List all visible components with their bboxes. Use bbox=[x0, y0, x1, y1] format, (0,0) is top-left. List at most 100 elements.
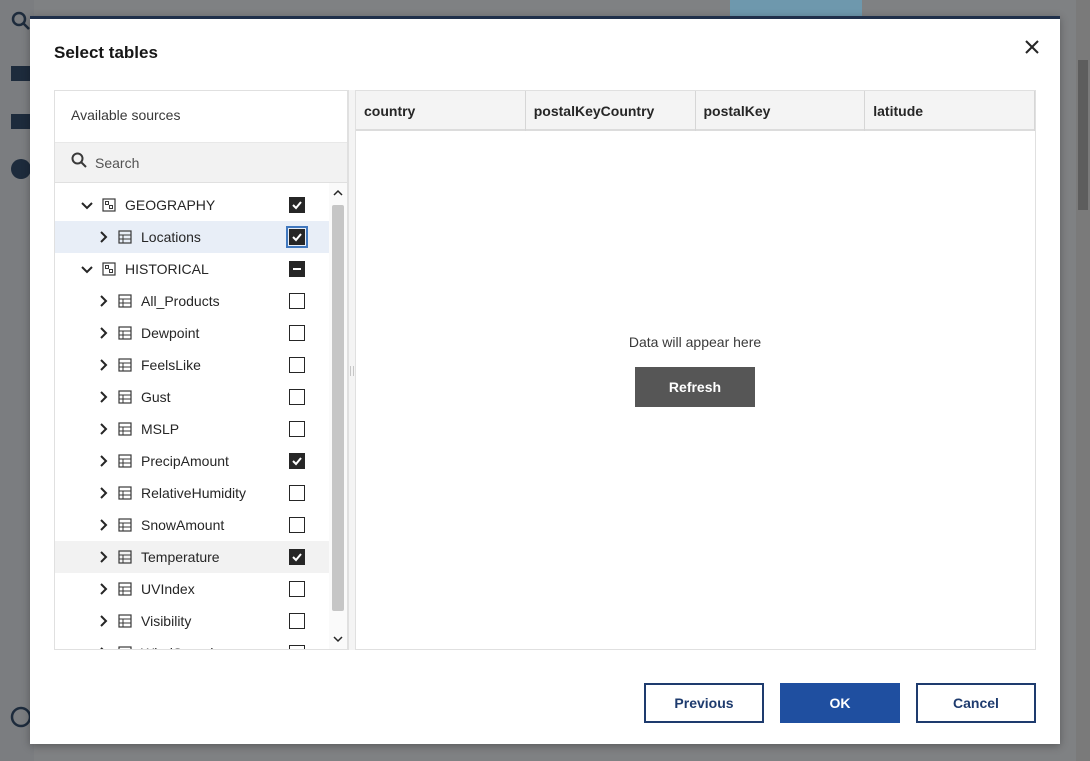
chevron-right-icon[interactable] bbox=[95, 421, 111, 437]
chevron-right-icon[interactable] bbox=[95, 453, 111, 469]
scroll-up-icon[interactable] bbox=[332, 187, 344, 199]
table-icon bbox=[117, 421, 133, 437]
tree-table-row[interactable]: PrecipAmount bbox=[55, 445, 331, 477]
background-scrollbar bbox=[1076, 0, 1090, 761]
tree-item-checkbox[interactable] bbox=[289, 389, 305, 405]
tree-item-label: Temperature bbox=[141, 549, 220, 565]
chevron-right-icon[interactable] bbox=[95, 613, 111, 629]
cancel-button[interactable]: Cancel bbox=[916, 683, 1036, 723]
tree-item-label: SnowAmount bbox=[141, 517, 225, 533]
tree-table-row[interactable]: RelativeHumidity bbox=[55, 477, 331, 509]
tree-table-row[interactable]: MSLP bbox=[55, 413, 331, 445]
chevron-down-icon[interactable] bbox=[79, 197, 95, 213]
column-header[interactable]: postalKey bbox=[696, 91, 866, 131]
tree-item-label: Visibility bbox=[141, 613, 192, 629]
schema-icon bbox=[101, 197, 117, 213]
tree-item-checkbox[interactable] bbox=[289, 485, 305, 501]
background-header-strip bbox=[730, 0, 862, 16]
available-sources-panel: Available sources GEOGRAPHY Locations HIST… bbox=[54, 90, 348, 650]
chevron-right-icon[interactable] bbox=[95, 229, 111, 245]
schema-icon bbox=[101, 261, 117, 277]
tree-table-row[interactable]: Dewpoint bbox=[55, 317, 331, 349]
tree-item-label: UVIndex bbox=[141, 581, 195, 597]
empty-state-message: Data will appear here bbox=[628, 334, 762, 350]
column-header[interactable]: country bbox=[356, 91, 526, 131]
tree-table-row[interactable]: Locations bbox=[55, 221, 331, 253]
tree-item-checkbox[interactable] bbox=[289, 645, 305, 649]
tree-item-label: MSLP bbox=[141, 421, 180, 437]
column-header[interactable]: postalKeyCountry bbox=[526, 91, 696, 131]
search-icon bbox=[10, 10, 32, 32]
table-icon bbox=[117, 293, 133, 309]
chevron-right-icon[interactable] bbox=[95, 389, 111, 405]
tree-table-row[interactable]: Visibility bbox=[55, 605, 331, 637]
search-input[interactable] bbox=[95, 154, 295, 171]
dialog-title: Select tables bbox=[54, 43, 158, 62]
tree-table-row[interactable]: UVIndex bbox=[55, 573, 331, 605]
tree-scrollbar[interactable] bbox=[329, 183, 347, 649]
chevron-right-icon[interactable] bbox=[95, 485, 111, 501]
chevron-right-icon[interactable] bbox=[95, 325, 111, 341]
chevron-right-icon[interactable] bbox=[95, 293, 111, 309]
search-box[interactable] bbox=[55, 143, 347, 183]
tree-item-label: Locations bbox=[141, 229, 201, 245]
tree-item-checkbox[interactable] bbox=[289, 325, 305, 341]
table-icon bbox=[117, 613, 133, 629]
chevron-right-icon[interactable] bbox=[95, 581, 111, 597]
tree-item-checkbox[interactable] bbox=[289, 549, 305, 565]
tree-item-checkbox[interactable] bbox=[289, 517, 305, 533]
tree-item-checkbox[interactable] bbox=[289, 421, 305, 437]
table-icon bbox=[117, 549, 133, 565]
table-icon bbox=[117, 325, 133, 341]
ok-button[interactable]: OK bbox=[780, 683, 900, 723]
table-icon bbox=[117, 453, 133, 469]
panel-splitter[interactable] bbox=[348, 90, 356, 650]
tree-schema-row[interactable]: HISTORICAL bbox=[55, 253, 331, 285]
tree-table-row[interactable]: All_Products bbox=[55, 285, 331, 317]
preview-grid-header: country postalKeyCountry postalKey latit… bbox=[356, 91, 1035, 131]
chevron-right-icon[interactable] bbox=[95, 357, 111, 373]
tree-item-checkbox[interactable] bbox=[289, 453, 305, 469]
tree-item-checkbox[interactable] bbox=[286, 226, 308, 248]
scroll-down-icon[interactable] bbox=[332, 633, 344, 645]
tree-table-row[interactable]: FeelsLike bbox=[55, 349, 331, 381]
tree-item-checkbox[interactable] bbox=[289, 613, 305, 629]
tree-item-checkbox[interactable] bbox=[289, 261, 305, 277]
tree-table-row[interactable]: WindSpeed bbox=[55, 637, 331, 649]
tree-item-label: Gust bbox=[141, 389, 171, 405]
tree-item-checkbox[interactable] bbox=[289, 293, 305, 309]
tree-item-label: GEOGRAPHY bbox=[125, 197, 216, 213]
tree-item-checkbox[interactable] bbox=[289, 357, 305, 373]
table-icon bbox=[117, 581, 133, 597]
sources-tree-list: GEOGRAPHY Locations HISTORICAL All_Products… bbox=[55, 183, 331, 649]
tree-scrollbar-thumb[interactable] bbox=[332, 205, 344, 611]
table-icon bbox=[117, 645, 133, 649]
close-icon bbox=[1025, 39, 1039, 59]
close-button[interactable] bbox=[1022, 39, 1042, 59]
tree-item-label: PrecipAmount bbox=[141, 453, 229, 469]
tree-item-label: FeelsLike bbox=[141, 357, 201, 373]
tree-table-row[interactable]: SnowAmount bbox=[55, 509, 331, 541]
search-icon bbox=[71, 152, 87, 173]
check-circle-icon bbox=[10, 158, 32, 180]
tree-item-label: Dewpoint bbox=[141, 325, 200, 341]
tree-table-row[interactable]: Gust bbox=[55, 381, 331, 413]
chevron-right-icon[interactable] bbox=[95, 645, 111, 649]
table-icon bbox=[117, 357, 133, 373]
task-check-icon bbox=[10, 706, 32, 728]
chevron-down-icon[interactable] bbox=[79, 261, 95, 277]
tree-item-label: All_Products bbox=[141, 293, 220, 309]
tree-item-checkbox[interactable] bbox=[289, 197, 305, 213]
tree-item-label: RelativeHumidity bbox=[141, 485, 247, 501]
chevron-right-icon[interactable] bbox=[95, 517, 111, 533]
table-icon bbox=[117, 229, 133, 245]
refresh-button[interactable]: Refresh bbox=[635, 367, 755, 407]
column-header[interactable]: latitude bbox=[865, 91, 1035, 131]
tree-table-row[interactable]: Temperature bbox=[55, 541, 331, 573]
previous-button[interactable]: Previous bbox=[644, 683, 764, 723]
tree-item-checkbox[interactable] bbox=[289, 581, 305, 597]
table-icon bbox=[117, 517, 133, 533]
chevron-right-icon[interactable] bbox=[95, 549, 111, 565]
background-side-rail bbox=[0, 0, 34, 761]
tree-schema-row[interactable]: GEOGRAPHY bbox=[55, 189, 331, 221]
